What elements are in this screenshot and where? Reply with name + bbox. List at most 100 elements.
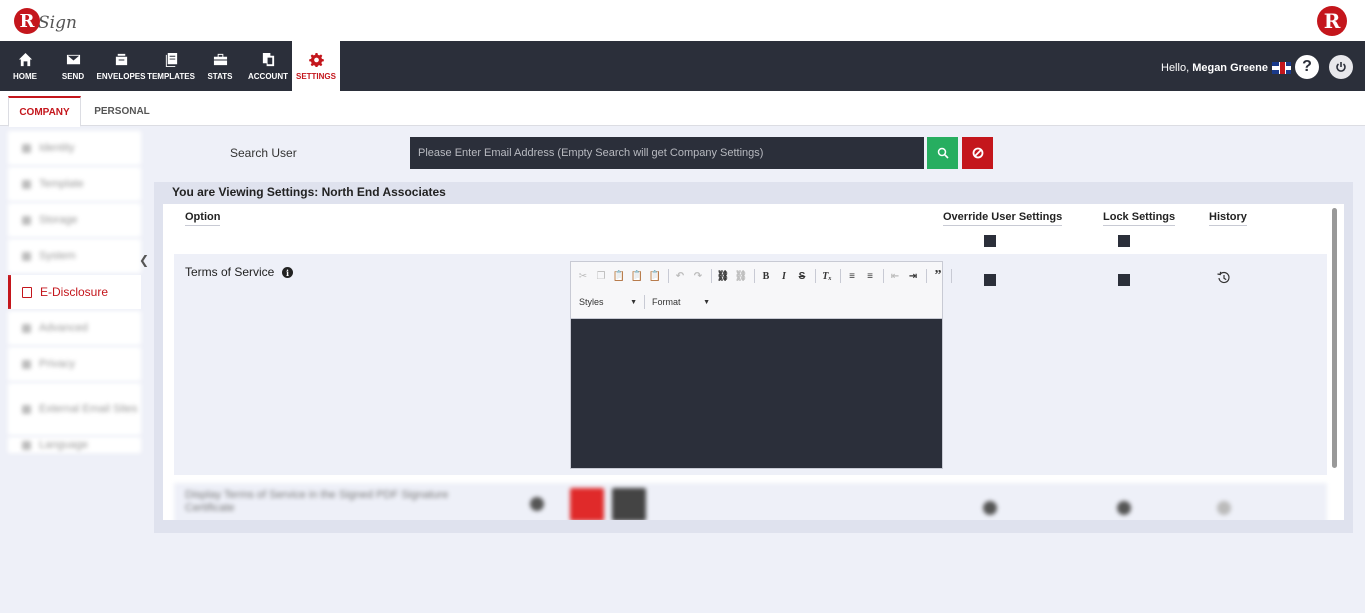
sidebar-item-identity[interactable]: Identity [8, 131, 141, 165]
gear-icon [308, 52, 324, 67]
undo-icon[interactable]: ↶ [672, 268, 688, 284]
privacy-icon [22, 359, 31, 369]
nav-home[interactable]: HOME [10, 41, 40, 91]
logout-button[interactable] [1329, 55, 1353, 79]
header-option: Option [185, 211, 221, 226]
sidebar-item-system[interactable]: System [8, 239, 141, 273]
caret-down-icon: ▼ [630, 298, 637, 306]
external-icon [22, 404, 31, 414]
tab-personal[interactable]: PERSONAL [84, 96, 160, 127]
panel-scrollbar[interactable] [1332, 208, 1337, 468]
bulleted-list-icon[interactable]: ≡ [862, 268, 878, 284]
search-button[interactable] [927, 137, 958, 169]
brand-bar: R Sign R [0, 0, 1365, 41]
lock-checkbox[interactable] [1117, 501, 1131, 515]
advanced-icon [22, 323, 31, 333]
tab-company[interactable]: COMPANY [8, 96, 81, 127]
sidebar-item-advanced[interactable]: Advanced [8, 311, 141, 345]
sidebar-item-label: Privacy [39, 358, 76, 370]
briefcase-icon [213, 53, 227, 65]
bold-icon[interactable]: B [758, 268, 774, 284]
override-all-checkbox[interactable] [984, 235, 996, 247]
format-dropdown-label: Format [652, 297, 681, 307]
nav-label: ENVELOPES [96, 71, 146, 81]
editor-content-area[interactable] [571, 319, 942, 468]
strikethrough-icon[interactable]: S [794, 268, 810, 284]
cut-icon[interactable]: ✂ [575, 268, 591, 284]
indent-icon[interactable]: ⇥ [905, 268, 921, 284]
storage-icon [22, 215, 31, 225]
sidebar-item-storage[interactable]: Storage [8, 203, 141, 237]
blockquote-icon[interactable]: ” [930, 268, 946, 284]
clear-search-button[interactable] [962, 137, 993, 169]
search-icon [937, 147, 949, 159]
info-icon[interactable]: i [282, 267, 293, 278]
terms-of-service-label: Terms of Service [185, 265, 275, 279]
greeting: Hello, Megan Greene [1161, 62, 1268, 74]
redo-icon[interactable]: ↷ [690, 268, 706, 284]
numbered-list-icon[interactable]: ≡ [844, 268, 860, 284]
unlink-icon[interactable]: ⛓ [733, 268, 749, 284]
search-email-input[interactable] [410, 137, 924, 169]
identity-icon [22, 143, 31, 153]
sidebar-item-language[interactable]: Language [8, 437, 141, 453]
remove-format-icon[interactable]: Tₓ [819, 268, 835, 284]
help-button[interactable]: ? [1295, 55, 1319, 79]
italic-icon[interactable]: I [776, 268, 792, 284]
link-icon[interactable]: ⛓ [715, 268, 731, 284]
nav-stats[interactable]: STATS [205, 41, 235, 91]
system-icon [22, 251, 31, 261]
nav-label: HOME [13, 71, 37, 81]
sidebar-item-label: Storage [39, 214, 78, 226]
rpost-logo: R [1317, 6, 1347, 36]
header-lock-settings: Lock Settings [1103, 211, 1176, 226]
sidebar-item-privacy[interactable]: Privacy [8, 347, 141, 381]
header-override-user-settings: Override User Settings [943, 211, 1063, 226]
settings-table: Option Override User Settings Lock Setti… [163, 204, 1344, 520]
rsign-logo[interactable]: R Sign [14, 5, 77, 37]
paste-text-icon[interactable]: 📋 [629, 268, 645, 284]
override-checkbox[interactable] [984, 274, 996, 286]
sidebar-item-label: Advanced [39, 322, 88, 334]
ban-icon [972, 147, 983, 159]
override-checkbox[interactable] [983, 501, 997, 515]
lock-checkbox[interactable] [1118, 274, 1130, 286]
envelopes-box-icon [115, 53, 127, 65]
settings-sidebar: Identity Template Storage System E-Discl… [8, 131, 141, 455]
info-icon[interactable] [530, 497, 544, 511]
history-icon[interactable] [1217, 271, 1231, 285]
paste-icon[interactable]: 📋 [611, 268, 627, 284]
toggle-off-button[interactable] [570, 488, 604, 520]
styles-dropdown[interactable]: Styles ▼ [575, 294, 641, 310]
sidebar-item-label: External Email Sites [39, 403, 138, 415]
template-icon [22, 179, 31, 189]
nav-label: ACCOUNT [248, 71, 288, 81]
account-icon [262, 52, 274, 66]
collapse-sidebar-chevron-icon[interactable]: ❮ [139, 253, 149, 267]
sidebar-item-label: System [39, 250, 76, 262]
uk-flag-icon[interactable] [1272, 62, 1291, 74]
sidebar-item-external-email-sites[interactable]: External Email Sites [8, 383, 141, 435]
nav-send[interactable]: SEND [58, 41, 88, 91]
sidebar-item-template[interactable]: Template [8, 167, 141, 201]
display-tos-label: Display Terms of Service in the Signed P… [185, 489, 449, 514]
copy-icon[interactable]: ❐ [593, 268, 609, 284]
history-icon[interactable] [1217, 501, 1231, 515]
nav-envelopes[interactable]: ENVELOPES [97, 41, 145, 91]
sidebar-item-e-disclosure[interactable]: E-Disclosure [8, 275, 141, 309]
lock-all-checkbox[interactable] [1118, 235, 1130, 247]
outdent-icon[interactable]: ⇤ [887, 268, 903, 284]
paste-word-icon[interactable]: 📋 [647, 268, 663, 284]
caret-down-icon: ▼ [703, 298, 710, 306]
user-name[interactable]: Megan Greene [1192, 62, 1268, 74]
toggle-on-button[interactable] [612, 488, 646, 520]
nav-templates[interactable]: TEMPLATES [147, 41, 195, 91]
format-dropdown[interactable]: Format ▼ [648, 294, 714, 310]
nav-settings[interactable]: SETTINGS [292, 41, 340, 91]
nav-account[interactable]: ACCOUNT [246, 41, 290, 91]
settings-panel: You are Viewing Settings: North End Asso… [154, 182, 1353, 533]
sidebar-item-label: E-Disclosure [40, 285, 109, 299]
nav-label: SEND [61, 71, 85, 81]
home-icon [18, 52, 32, 66]
document-icon [22, 286, 32, 298]
